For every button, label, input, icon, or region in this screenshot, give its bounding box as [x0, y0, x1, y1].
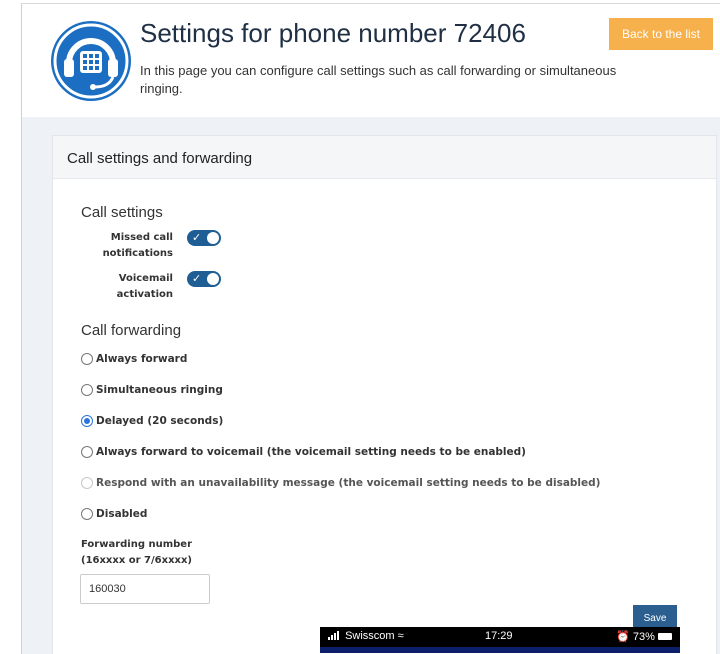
carrier-name: Swisscom	[345, 630, 395, 642]
radio-button[interactable]	[81, 446, 93, 458]
signal-icon	[328, 631, 339, 640]
alarm-icon: ⏰	[616, 631, 630, 643]
settings-page: Settings for phone number 72406 In this …	[21, 3, 720, 654]
missed-call-label-line2: notifications	[102, 248, 173, 259]
page-subtitle: In this page you can configure call sett…	[140, 63, 617, 96]
radio-button[interactable]	[81, 384, 93, 396]
card-header: Call settings and forwarding	[53, 136, 716, 179]
card-title: Call settings and forwarding	[67, 150, 253, 167]
page-title: Settings for phone number 72406	[140, 18, 526, 48]
back-to-list-button[interactable]: Back to the list	[609, 18, 713, 50]
radio-label: Disabled	[96, 508, 148, 520]
radio-label: Always forward	[96, 353, 188, 365]
forwarding-number-label-line1: Forwarding number	[81, 539, 193, 550]
forwarding-number-label-line2: (16xxxx or 7/6xxxx)	[81, 555, 192, 566]
phone-app-bar	[320, 647, 680, 653]
toggle-knob	[207, 273, 219, 285]
radio-button[interactable]	[81, 508, 93, 520]
radio-label: Simultaneous ringing	[96, 384, 223, 396]
radio-label: Respond with an unavailability message (…	[96, 477, 601, 489]
missed-call-toggle[interactable]: ✓	[187, 230, 221, 246]
voicemail-toggle[interactable]: ✓	[187, 271, 221, 287]
voicemail-label-line2: activation	[116, 289, 173, 300]
battery-indicator: ⏰ 73%	[616, 630, 672, 643]
missed-call-label-line1: Missed call	[110, 232, 173, 243]
call-settings-heading: Call settings	[81, 204, 163, 221]
toggle-knob	[207, 232, 219, 244]
forwarding-number-label: Forwarding number (16xxxx or 7/6xxxx)	[81, 537, 281, 569]
voicemail-label: Voicemail activation	[53, 271, 173, 303]
radio-button-disabled	[81, 477, 93, 489]
check-icon: ✓	[192, 272, 202, 285]
radio-button[interactable]	[81, 415, 93, 427]
forwarding-number-input[interactable]	[80, 574, 210, 604]
call-settings-card: Call settings and forwarding Call settin…	[52, 135, 717, 654]
voicemail-label-line1: Voicemail	[118, 273, 173, 284]
radio-label: Delayed (20 seconds)	[96, 415, 224, 427]
phone-status-bar: Swisscom ≈ 17:29 ⏰ 73%	[320, 627, 680, 647]
battery-icon	[658, 633, 672, 640]
radio-button[interactable]	[81, 353, 93, 365]
radio-label: Always forward to voicemail (the voicema…	[96, 446, 526, 458]
status-time: 17:29	[485, 630, 513, 642]
carrier-label: Swisscom ≈	[328, 630, 404, 642]
headset-phone-icon	[51, 21, 131, 101]
battery-percent: 73%	[632, 631, 655, 643]
call-forwarding-heading: Call forwarding	[81, 322, 182, 339]
missed-call-label: Missed call notifications	[53, 230, 173, 262]
page-header: Settings for phone number 72406 In this …	[22, 4, 720, 117]
wifi-icon: ≈	[397, 630, 404, 642]
check-icon: ✓	[192, 231, 202, 244]
